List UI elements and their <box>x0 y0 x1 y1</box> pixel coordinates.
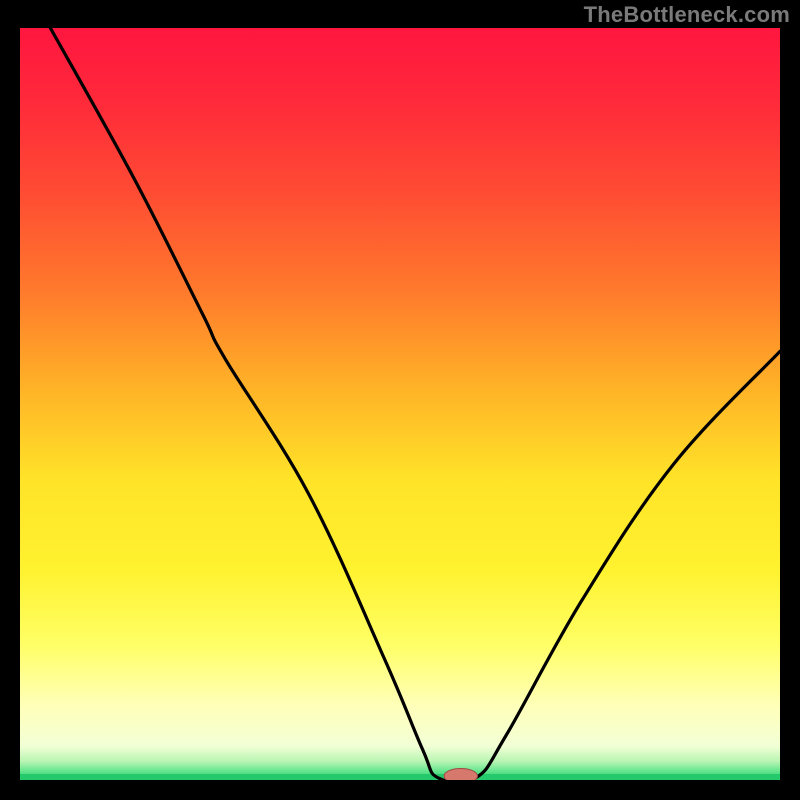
watermark-text: TheBottleneck.com <box>584 2 790 28</box>
optimal-marker <box>444 768 477 780</box>
bottleneck-chart <box>20 28 780 780</box>
chart-frame: TheBottleneck.com <box>0 0 800 800</box>
gradient-background <box>20 28 780 780</box>
plot-area <box>20 28 780 780</box>
